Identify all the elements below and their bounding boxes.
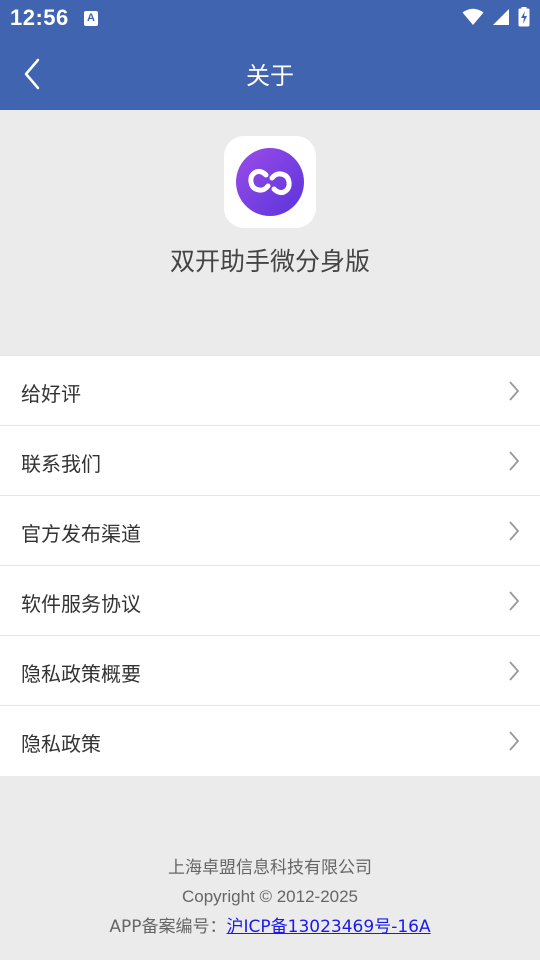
menu-item-label: 官方发布渠道 [21, 522, 141, 546]
status-time: 12:56 [10, 5, 69, 30]
notification-icon: A [84, 11, 98, 26]
wifi-icon [462, 8, 484, 25]
cellular-signal-icon [493, 9, 509, 25]
settings-menu: 给好评 联系我们 官方发布渠道 软件服务协议 隐私政策概要 隐私政策 [0, 355, 540, 776]
status-bar: 12:56 A [0, 0, 540, 38]
chevron-right-icon [509, 521, 520, 541]
menu-item-label: 联系我们 [21, 452, 101, 476]
chevron-right-icon [509, 731, 520, 751]
menu-item-privacy-policy[interactable]: 隐私政策 [0, 706, 540, 776]
menu-item-service-agreement[interactable]: 软件服务协议 [0, 566, 540, 636]
app-icon [224, 136, 316, 228]
menu-item-privacy-summary[interactable]: 隐私政策概要 [0, 636, 540, 706]
nav-bar: 关于 [0, 38, 540, 110]
menu-item-label: 软件服务协议 [21, 592, 141, 616]
icp-prefix: APP备案编号： [109, 917, 227, 937]
menu-item-rate[interactable]: 给好评 [0, 356, 540, 426]
menu-item-contact[interactable]: 联系我们 [0, 426, 540, 496]
footer: 上海卓盟信息科技有限公司 Copyright © 2012-2025 APP备案… [0, 855, 540, 939]
chevron-right-icon [509, 381, 520, 401]
chevron-right-icon [509, 591, 520, 611]
menu-item-label: 给好评 [21, 382, 81, 406]
menu-item-label: 隐私政策 [21, 732, 101, 756]
status-icons [462, 7, 530, 27]
company-name: 上海卓盟信息科技有限公司 [168, 858, 372, 878]
infinity-logo-icon [236, 148, 304, 216]
menu-item-official-channels[interactable]: 官方发布渠道 [0, 496, 540, 566]
menu-item-label: 隐私政策概要 [21, 662, 141, 686]
page-title: 关于 [246, 62, 294, 90]
app-header: 12:56 A 关于 [0, 0, 540, 110]
icp-record: APP备案编号：沪ICP备13023469号-16A [0, 915, 540, 939]
icp-link[interactable]: 沪ICP备13023469号-16A [227, 917, 431, 937]
battery-charging-icon [518, 7, 530, 27]
chevron-right-icon [509, 661, 520, 681]
app-name: 双开助手微分身版 [169, 247, 370, 276]
copyright-text: Copyright © 2012-2025 [181, 887, 359, 906]
chevron-right-icon [509, 451, 520, 471]
app-info: 双开助手微分身版 [0, 110, 540, 355]
